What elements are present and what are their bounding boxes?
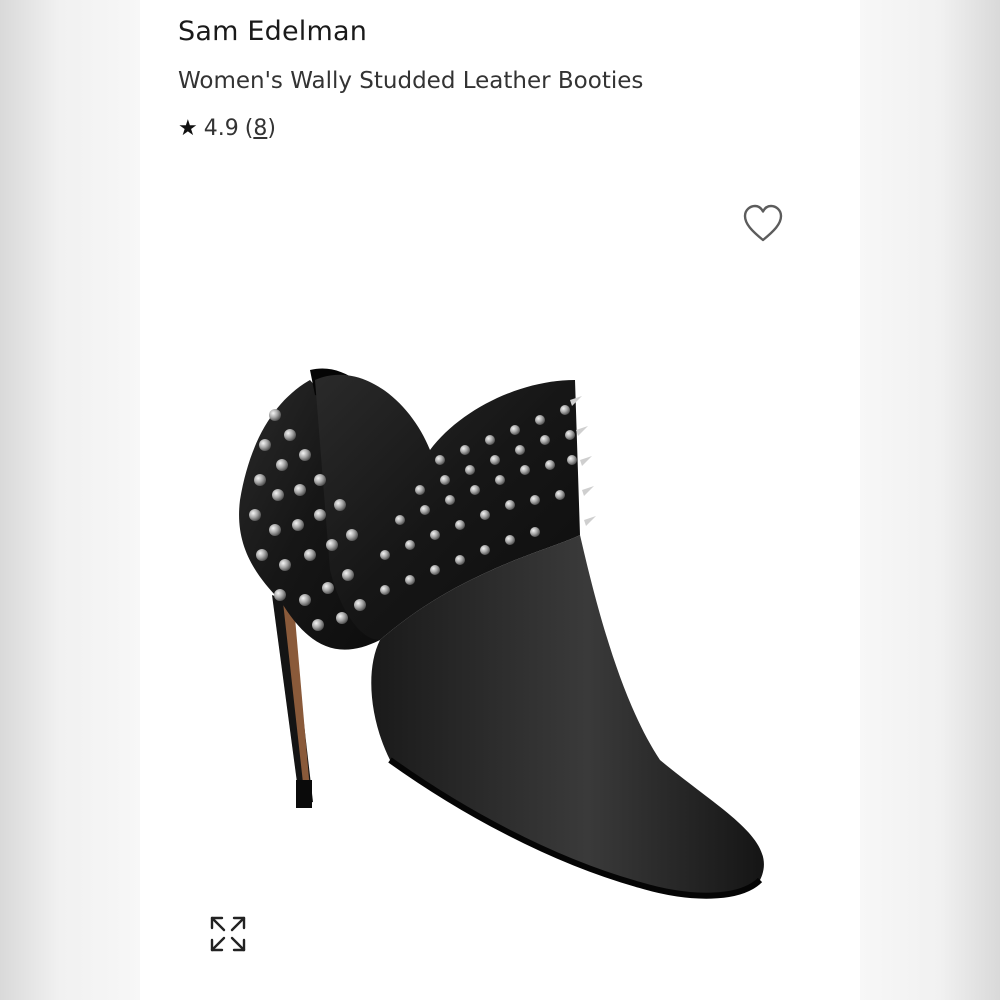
favorite-button[interactable] [742,204,784,244]
product-card: Sam Edelman Women's Wally Studded Leathe… [140,0,860,1000]
screenshot-frame: Sam Edelman Women's Wally Studded Leathe… [0,0,1000,1000]
review-count[interactable]: (8) [245,116,276,141]
heel-tip [296,780,312,808]
product-image[interactable] [220,340,780,920]
expand-arrows-icon [210,916,246,952]
brand-name[interactable]: Sam Edelman [178,16,367,47]
product-title: Women's Wally Studded Leather Booties [178,68,644,94]
rating-row: ★ 4.9 (8) [178,116,276,141]
heart-outline-icon [743,204,783,242]
star-icon: ★ [178,116,198,141]
expand-image-button[interactable] [206,912,250,956]
rating-value: 4.9 [203,116,239,141]
review-count-close-paren: ) [267,116,276,141]
review-count-link[interactable]: 8 [253,116,267,141]
